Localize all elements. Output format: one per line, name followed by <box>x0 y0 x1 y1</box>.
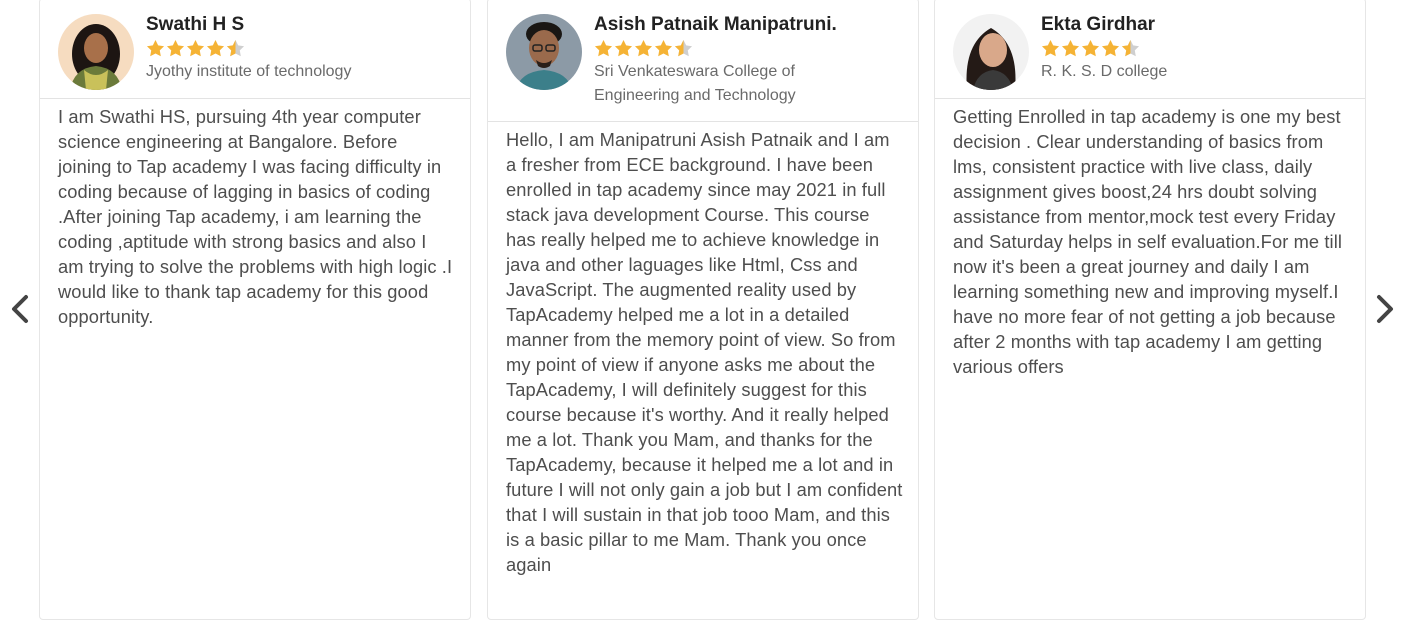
star-icon <box>614 39 633 57</box>
star-rating <box>146 39 460 59</box>
testimonial-card: Swathi H S Jyothy institute of technolog… <box>39 0 471 620</box>
avatar <box>953 14 1029 90</box>
half-star-icon <box>674 39 693 57</box>
star-icon <box>146 39 165 57</box>
reviewer-college: R. K. S. D college <box>1041 63 1168 80</box>
review-text: Hello, I am Manipatruni Asish Patnaik an… <box>506 129 903 575</box>
review-text: Getting Enrolled in tap academy is one m… <box>953 106 1343 377</box>
chevron-left-icon <box>12 295 28 323</box>
avatar <box>58 14 134 90</box>
half-star-icon <box>1121 39 1140 57</box>
star-icon <box>186 39 205 57</box>
testimonial-header: Asish Patnaik Manipatruni. Sri Venkatesw… <box>488 0 918 122</box>
carousel-next-button[interactable] <box>1373 292 1397 326</box>
review-text: I am Swathi HS, pursuing 4th year comput… <box>58 106 453 327</box>
reviewer-college: Jyothy institute of technology <box>146 63 352 80</box>
avatar <box>506 14 582 90</box>
star-icon <box>594 39 613 57</box>
star-rating <box>1041 39 1355 59</box>
star-icon <box>634 39 653 57</box>
chevron-right-icon <box>1377 295 1393 323</box>
reviewer-name: Ekta Girdhar <box>1041 14 1156 35</box>
testimonial-header: Swathi H S Jyothy institute of technolog… <box>40 0 470 99</box>
testimonial-header: Ekta Girdhar R. K. S. D college <box>935 0 1365 99</box>
testimonial-card: Asish Patnaik Manipatruni. Sri Venkatesw… <box>487 0 919 620</box>
half-star-icon <box>226 39 245 57</box>
star-icon <box>1081 39 1100 57</box>
star-icon <box>1101 39 1120 57</box>
star-icon <box>1061 39 1080 57</box>
reviewer-name: Swathi H S <box>146 14 245 35</box>
star-icon <box>1041 39 1060 57</box>
star-icon <box>206 39 225 57</box>
reviewer-college: Sri Venkateswara College of Engineering … <box>594 63 796 104</box>
reviewer-name: Asish Patnaik Manipatruni. <box>594 14 837 35</box>
star-rating <box>594 39 908 59</box>
testimonial-card: Ekta Girdhar R. K. S. D college Getting … <box>934 0 1366 620</box>
star-icon <box>654 39 673 57</box>
carousel-prev-button[interactable] <box>8 292 32 326</box>
star-icon <box>166 39 185 57</box>
